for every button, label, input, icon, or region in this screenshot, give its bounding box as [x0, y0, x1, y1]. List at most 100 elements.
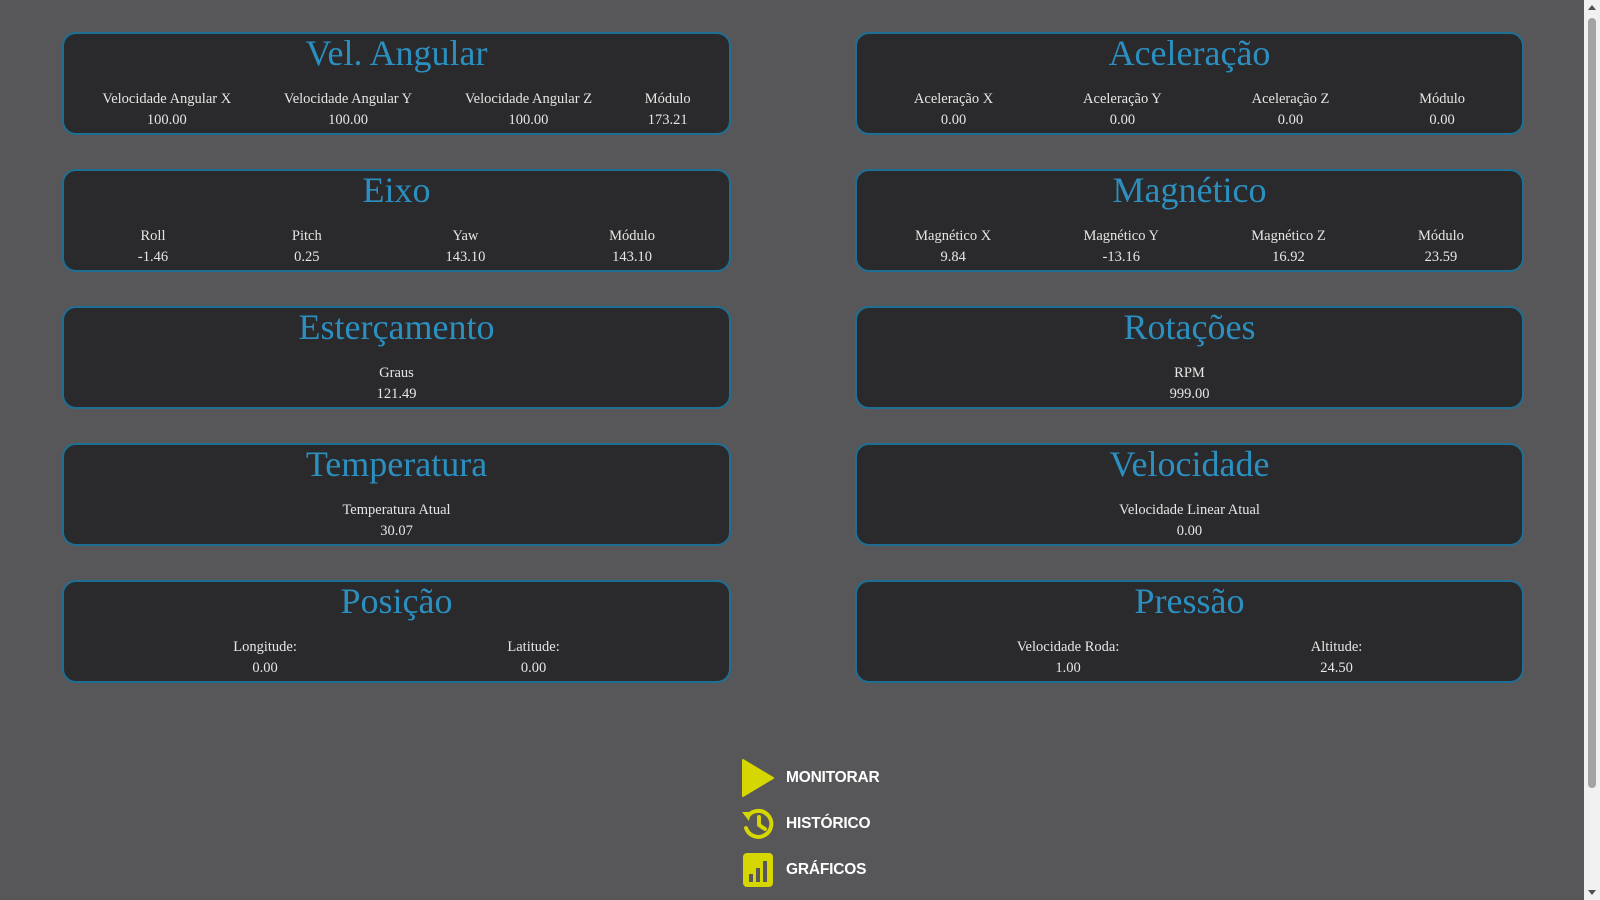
field-label: Roll — [140, 228, 166, 244]
card-eixo: Eixo Roll -1.46 Pitch 0.25 Yaw 143.10 Mó… — [62, 169, 731, 272]
field-yaw: Yaw 143.10 — [445, 226, 485, 268]
card-estercamento: Esterçamento Graus 121.49 — [62, 306, 731, 409]
card-fields: Velocidade Roda: 1.00 Altitude: 24.50 — [857, 637, 1522, 679]
menu-item-label: HISTÓRICO — [786, 815, 871, 832]
field-label: Aceleração X — [913, 91, 994, 107]
menu-item-historico[interactable]: HISTÓRICO — [740, 806, 880, 842]
field-label: Longitude: — [233, 639, 297, 655]
field-label: Magnético X — [915, 228, 992, 244]
field-label: Velocidade Roda: — [1016, 639, 1120, 655]
field-label: Graus — [379, 365, 414, 381]
field-latitude: Latitude: 0.00 — [507, 637, 559, 679]
field-label: Magnético Y — [1083, 228, 1160, 244]
scroll-thumb[interactable] — [1588, 18, 1596, 788]
dashboard-page: Vel. Angular Velocidade Angular X 100.00… — [0, 0, 1600, 900]
field-aceleracao-z: Aceleração Z 0.00 — [1252, 89, 1330, 131]
field-label: RPM — [1174, 365, 1205, 381]
field-label: Módulo — [644, 91, 691, 107]
field-value: 0.00 — [252, 660, 278, 676]
field-value: 23.59 — [1424, 249, 1458, 265]
field-value: 173.21 — [647, 112, 688, 128]
card-fields: Magnético X 9.84 Magnético Y -13.16 Magn… — [857, 226, 1522, 268]
card-title: Eixo — [362, 170, 431, 210]
field-value: 0.00 — [1277, 112, 1304, 128]
field-value: 143.10 — [445, 249, 486, 265]
card-vel-angular: Vel. Angular Velocidade Angular X 100.00… — [62, 32, 731, 135]
field-value: -13.16 — [1102, 249, 1140, 265]
card-title: Magnético — [1112, 170, 1267, 210]
field-magnetico-z: Magnético Z 16.92 — [1251, 226, 1326, 268]
bottom-nav-menu: MONITORAR HISTÓRICO GRÁFICOS — [740, 759, 880, 888]
field-value: 121.49 — [376, 386, 417, 402]
field-altitude: Altitude: 24.50 — [1311, 637, 1363, 679]
field-label: Aceleração Y — [1083, 91, 1162, 107]
field-label: Velocidade Angular X — [102, 91, 232, 107]
field-value: 30.07 — [380, 523, 413, 539]
field-value: 143.10 — [612, 249, 653, 265]
field-value: 1.00 — [1055, 660, 1081, 676]
field-value: 100.00 — [328, 112, 368, 128]
field-value: 0.00 — [520, 660, 547, 676]
bar-chart-icon — [740, 852, 776, 888]
field-angular-y: Velocidade Angular Y 100.00 — [284, 89, 412, 131]
card-title: Esterçamento — [298, 307, 495, 347]
field-value: 100.00 — [146, 112, 187, 128]
field-value: -1.46 — [137, 249, 169, 265]
card-fields: Temperatura Atual 30.07 — [64, 500, 729, 542]
field-label: Módulo — [609, 228, 656, 244]
field-angular-x: Velocidade Angular X 100.00 — [102, 89, 231, 131]
field-magnetico-y: Magnético Y -13.16 — [1083, 226, 1159, 268]
card-posicao: Posição Longitude: 0.00 Latitude: 0.00 — [62, 580, 731, 683]
menu-item-label: MONITORAR — [786, 769, 880, 786]
sensor-cards-grid: Vel. Angular Velocidade Angular X 100.00… — [62, 32, 1524, 683]
field-temperatura-atual: Temperatura Atual 30.07 — [342, 500, 450, 542]
card-fields: RPM 999.00 — [857, 363, 1522, 405]
field-magnetico-x: Magnético X 9.84 — [915, 226, 991, 268]
card-title: Pressão — [1134, 581, 1245, 621]
history-icon — [740, 806, 776, 842]
field-velocidade-linear: Velocidade Linear Atual 0.00 — [1119, 500, 1260, 542]
menu-item-label: GRÁFICOS — [786, 861, 867, 878]
card-title: Temperatura — [305, 444, 488, 484]
field-label: Velocidade Linear Atual — [1119, 502, 1260, 518]
card-title: Vel. Angular — [305, 33, 488, 73]
field-rpm: RPM 999.00 — [1170, 363, 1210, 405]
field-label: Módulo — [1419, 91, 1466, 107]
card-fields: Longitude: 0.00 Latitude: 0.00 — [64, 637, 729, 679]
field-value: 0.00 — [1109, 112, 1136, 128]
card-rotacoes: Rotações RPM 999.00 — [855, 306, 1524, 409]
card-fields: Velocidade Linear Atual 0.00 — [857, 500, 1522, 542]
card-fields: Velocidade Angular X 100.00 Velocidade A… — [64, 89, 729, 131]
field-magnetico-modulo: Módulo 23.59 — [1418, 226, 1464, 268]
card-velocidade: Velocidade Velocidade Linear Atual 0.00 — [855, 443, 1524, 546]
menu-item-graficos[interactable]: GRÁFICOS — [740, 852, 880, 888]
field-value: 0.00 — [940, 112, 967, 128]
field-label: Pitch — [291, 228, 322, 244]
field-label: Velocidade Angular Z — [464, 91, 593, 107]
field-label: Módulo — [1417, 228, 1464, 244]
field-label: Altitude: — [1310, 639, 1363, 655]
field-velocidade-roda: Velocidade Roda: 1.00 — [1017, 637, 1120, 679]
scroll-down-arrow-icon[interactable] — [1588, 890, 1596, 895]
card-temperatura: Temperatura Temperatura Atual 30.07 — [62, 443, 731, 546]
field-value: 9.84 — [940, 249, 966, 265]
field-value: 0.00 — [1176, 523, 1203, 539]
card-title: Velocidade — [1109, 444, 1270, 484]
field-value: 16.92 — [1272, 249, 1305, 265]
menu-item-monitorar[interactable]: MONITORAR — [740, 759, 880, 797]
card-fields: Roll -1.46 Pitch 0.25 Yaw 143.10 Módulo … — [64, 226, 729, 268]
card-title: Rotações — [1123, 307, 1256, 347]
card-fields: Aceleração X 0.00 Aceleração Y 0.00 Acel… — [857, 89, 1522, 131]
scroll-up-arrow-icon[interactable] — [1588, 5, 1596, 10]
card-magnetico: Magnético Magnético X 9.84 Magnético Y -… — [855, 169, 1524, 272]
field-eixo-modulo: Módulo 143.10 — [609, 226, 655, 268]
card-aceleracao: Aceleração Aceleração X 0.00 Aceleração … — [855, 32, 1524, 135]
field-label: Velocidade Angular Y — [283, 91, 413, 107]
play-icon — [740, 759, 776, 797]
card-pressao: Pressão Velocidade Roda: 1.00 Altitude: … — [855, 580, 1524, 683]
vertical-scrollbar[interactable] — [1584, 0, 1600, 900]
field-aceleracao-modulo: Módulo 0.00 — [1419, 89, 1465, 131]
field-value: 24.50 — [1320, 660, 1353, 676]
field-roll: Roll -1.46 — [138, 226, 168, 268]
field-aceleracao-x: Aceleração X 0.00 — [914, 89, 993, 131]
